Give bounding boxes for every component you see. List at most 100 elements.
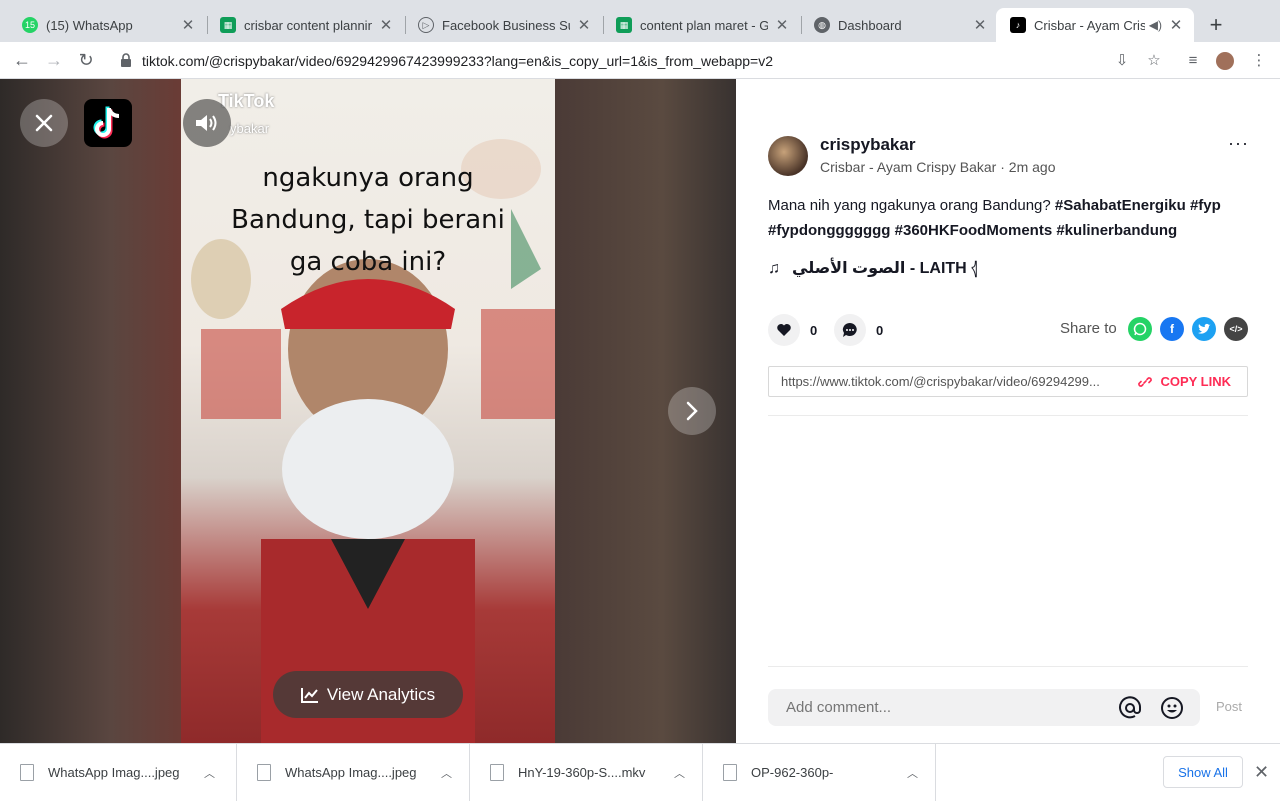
tab-title: Crisbar - Ayam Crisp (1034, 17, 1145, 33)
hashtag-link[interactable]: #360HKFoodMoments (895, 222, 1053, 239)
close-icon[interactable]: ✕ (1254, 762, 1269, 783)
tab-title: Dashboard (838, 17, 902, 33)
lock-icon (121, 53, 131, 67)
close-icon[interactable]: ✕ (774, 16, 790, 34)
address-bar[interactable]: tiktok.com/@crispybakar/video/6929429967… (110, 46, 1170, 76)
browser-toolbar: ← → ↻ tiktok.com/@crispybakar/video/6929… (0, 42, 1280, 79)
hashtag-link[interactable]: #kulinerbandung (1056, 222, 1177, 239)
download-item[interactable]: OP-962-360p- ︿ (703, 744, 936, 801)
chevron-up-icon[interactable]: ︿ (204, 765, 215, 781)
chevron-up-icon[interactable]: ︿ (441, 765, 452, 781)
comment-count: 0 (876, 322, 884, 338)
mention-icon[interactable] (1118, 696, 1142, 720)
post-comment-button[interactable]: Post (1216, 699, 1242, 714)
like-count: 0 (810, 322, 818, 338)
download-item[interactable]: WhatsApp Imag....jpeg ︿ (0, 744, 237, 801)
profile-avatar[interactable] (1216, 52, 1234, 70)
close-icon (35, 114, 53, 132)
tab-title: content plan maret - Go (640, 17, 768, 33)
close-icon[interactable]: ✕ (1168, 16, 1184, 34)
divider (768, 666, 1248, 667)
close-video-button[interactable] (20, 99, 68, 147)
tab-dashboard[interactable]: ◍ Dashboard ✕ (800, 8, 998, 42)
comment-icon[interactable] (834, 314, 866, 346)
file-icon (490, 764, 504, 781)
more-options-icon[interactable]: ··· (1228, 133, 1249, 154)
download-filename: WhatsApp Imag....jpeg (48, 765, 180, 780)
chevron-up-icon[interactable]: ︿ (674, 765, 685, 781)
volume-icon (196, 115, 217, 131)
globe-favicon-icon: ◍ (814, 17, 830, 33)
hashtag-link[interactable]: #fyp (1190, 197, 1221, 214)
download-item[interactable]: WhatsApp Imag....jpeg ︿ (237, 744, 470, 801)
back-button[interactable]: ← (12, 50, 32, 70)
new-tab-button[interactable]: + (1204, 12, 1228, 38)
share-link-text[interactable]: https://www.tiktok.com/@crispybakar/vide… (769, 374, 1124, 389)
chevron-up-icon[interactable]: ︿ (907, 765, 918, 781)
download-filename: OP-962-360p- (751, 765, 834, 780)
tab-title: Facebook Business Suite (442, 17, 570, 33)
comment-stat[interactable]: 0 (834, 314, 883, 346)
copy-link-button[interactable]: COPY LINK (1124, 374, 1247, 389)
close-icon[interactable]: ✕ (180, 16, 196, 34)
url-text: tiktok.com/@crispybakar/video/6929429967… (142, 53, 774, 69)
download-filename: WhatsApp Imag....jpeg (285, 765, 417, 780)
caption-line: Bandung, tapi berani (231, 205, 505, 235)
like-stat[interactable]: 0 (768, 314, 817, 346)
menu-icon[interactable]: ⋮ (1250, 52, 1268, 70)
video-frame[interactable]: ngakunya orang Bandung, tapi berani ga c… (181, 79, 555, 743)
heart-icon[interactable] (768, 314, 800, 346)
close-icon[interactable]: ✕ (378, 16, 394, 34)
sound-toggle-button[interactable] (183, 99, 231, 147)
video-player-area: ngakunya orang Bandung, tapi berani ga c… (0, 79, 736, 743)
tab-content-plan-maret[interactable]: ▦ content plan maret - Go ✕ (602, 8, 800, 42)
link-icon (1138, 376, 1153, 387)
business-suite-favicon-icon: ▷ (418, 17, 434, 33)
show-all-downloads-button[interactable]: Show All (1163, 756, 1243, 788)
username[interactable]: crispybakar (820, 135, 915, 155)
tab-facebook-business-suite[interactable]: ▷ Facebook Business Suite ✕ (404, 8, 602, 42)
avatar[interactable] (768, 136, 808, 176)
view-analytics-button[interactable]: View Analytics (273, 671, 463, 718)
description-text: Mana nih yang ngakunya orang Bandung? (768, 197, 1055, 214)
hashtag-link[interactable]: #SahabatEnergiku (1055, 197, 1186, 214)
close-icon[interactable]: ✕ (576, 16, 592, 34)
close-icon[interactable]: ✕ (972, 16, 988, 34)
hashtag-link[interactable]: #fypdonggggggg (768, 222, 890, 239)
next-video-button[interactable] (668, 387, 716, 435)
caption-line: ga coba ini? (289, 247, 447, 277)
share-label: Share to (1060, 320, 1117, 337)
view-analytics-label: View Analytics (326, 684, 436, 704)
tab-whatsapp[interactable]: 15 (15) WhatsApp ✕ (8, 8, 206, 42)
share-link-box: https://www.tiktok.com/@crispybakar/vide… (768, 366, 1248, 397)
music-link[interactable]: ♫ الصوت الأصلي - LAITH 𓂆 (768, 253, 977, 279)
download-filename: HnY-19-360p-S....mkv (518, 765, 646, 780)
facebook-share-icon[interactable]: f (1160, 317, 1184, 341)
media-control-icon[interactable]: ≡ (1184, 52, 1202, 70)
tab-title: crisbar content planning (244, 17, 372, 33)
tab-strip: 15 (15) WhatsApp ✕ ▦ crisbar content pla… (0, 0, 1280, 42)
twitter-share-icon[interactable] (1192, 317, 1216, 341)
install-app-icon[interactable]: ⇩ (1113, 52, 1131, 70)
embed-share-icon[interactable]: </> (1224, 317, 1248, 341)
forward-button[interactable]: → (44, 50, 64, 70)
download-item[interactable]: HnY-19-360p-S....mkv ︿ (470, 744, 703, 801)
author-subline: Crisbar - Ayam Crispy Bakar · 2m ago (820, 159, 1056, 175)
chart-icon (300, 687, 318, 703)
tab-crisbar-tiktok[interactable]: ♪ Crisbar - Ayam Crisp ◀) ✕ (996, 8, 1194, 42)
music-note-icon: ♫ (768, 260, 780, 277)
chevron-right-icon (686, 401, 698, 421)
star-icon[interactable]: ☆ (1145, 52, 1163, 70)
emoji-icon[interactable] (1160, 696, 1184, 720)
video-caption: ngakunya orang Bandung, tapi berani ga c… (181, 157, 555, 283)
tab-title: (15) WhatsApp (46, 17, 133, 33)
whatsapp-share-icon[interactable] (1128, 317, 1152, 341)
post-description: Mana nih yang ngakunya orang Bandung? #S… (768, 193, 1258, 243)
speaker-icon[interactable]: ◀) (1149, 18, 1162, 32)
divider (768, 415, 1248, 416)
tab-crisbar-content-planning[interactable]: ▦ crisbar content planning ✕ (206, 8, 404, 42)
reload-button[interactable]: ↻ (76, 50, 96, 70)
tiktok-logo[interactable] (84, 99, 132, 147)
comment-input[interactable]: Add comment... (768, 689, 1200, 726)
copy-link-label: COPY LINK (1160, 374, 1231, 389)
